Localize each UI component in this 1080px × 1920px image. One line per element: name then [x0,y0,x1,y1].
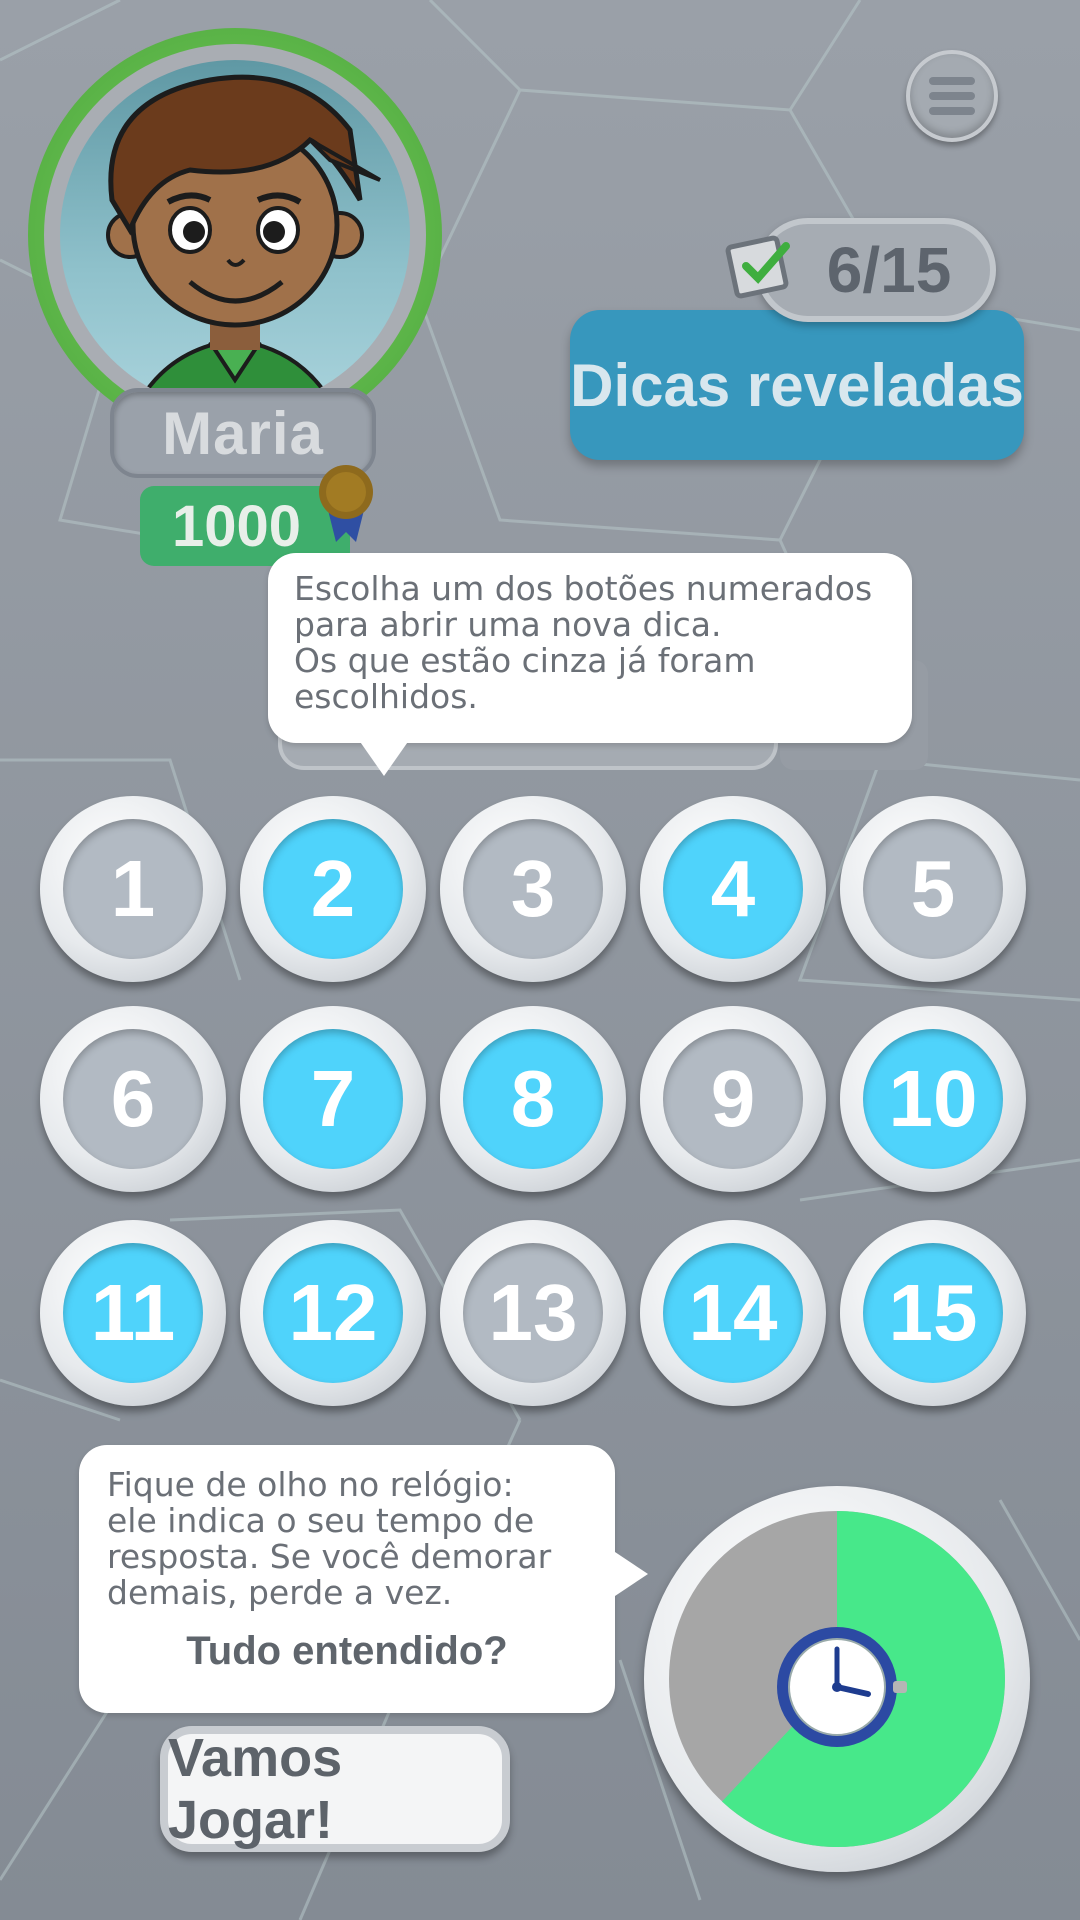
instruction-line: para abrir uma nova dica. [294,605,722,644]
timer-instruction-bubble: Fique de olho no relógio: ele indica o s… [79,1445,615,1713]
menu-button[interactable] [906,50,998,142]
hint-button-label: 9 [663,1029,803,1169]
hint-button-label: 14 [663,1243,803,1383]
confirm-question: Tudo entendido? [186,1629,508,1673]
hint-button-7[interactable]: 7 [240,1006,426,1192]
hint-button-label: 2 [263,819,403,959]
response-timer [669,1511,1005,1847]
hint-button-label: 5 [863,819,1003,959]
hint-button-label: 8 [463,1029,603,1169]
hint-button-14[interactable]: 14 [640,1220,826,1406]
vamos-jogar-button[interactable]: Vamos Jogar! [160,1726,510,1852]
hint-button-13[interactable]: 13 [440,1220,626,1406]
hint-button-label: 15 [863,1243,1003,1383]
hint-button-3[interactable]: 3 [440,796,626,982]
menu-icon [929,77,975,85]
hint-button-10[interactable]: 10 [840,1006,1026,1192]
check-icon [725,235,790,299]
hint-button-4[interactable]: 4 [640,796,826,982]
hint-button-15[interactable]: 15 [840,1220,1026,1406]
hint-button-label: 13 [463,1243,603,1383]
dicas-reveladas-button[interactable]: Dicas reveladas [570,310,1024,460]
bubble-tail [356,736,412,776]
bubble-tail [612,1550,648,1598]
hint-button-label: 1 [63,819,203,959]
hint-button-5[interactable]: 5 [840,796,1026,982]
hint-button-label: 11 [63,1243,203,1383]
instruction-bubble: Escolha um dos botões numerados para abr… [268,553,912,743]
menu-icon-bar [929,92,975,100]
hint-button-label: 4 [663,819,803,959]
instruction-line: ele indica o seu tempo de [107,1501,535,1540]
hint-button-11[interactable]: 11 [40,1220,226,1406]
hint-button-6[interactable]: 6 [40,1006,226,1192]
hint-button-2[interactable]: 2 [240,796,426,982]
hint-button-label: 3 [463,819,603,959]
instruction-line: escolhidos. [294,677,478,716]
hint-button-12[interactable]: 12 [240,1220,426,1406]
instruction-line: Os que estão cinza já foram [294,641,756,680]
hint-button-label: 6 [63,1029,203,1169]
instruction-line: Escolha um dos botões numerados [294,569,873,608]
hint-button-label: 10 [863,1029,1003,1169]
boy-avatar-icon [106,74,381,410]
avatar [60,60,410,410]
hint-button-1[interactable]: 1 [40,796,226,982]
medal-icon [319,465,373,542]
instruction-line: Fique de olho no relógio: [107,1465,514,1504]
hint-button-label: 12 [263,1243,403,1383]
instruction-line: resposta. Se você demorar [107,1537,552,1576]
menu-icon-bar [929,107,975,115]
instruction-line: demais, perde a vez. [107,1573,453,1612]
hint-button-label: 7 [263,1029,403,1169]
hint-button-9[interactable]: 9 [640,1006,826,1192]
hint-button-8[interactable]: 8 [440,1006,626,1192]
